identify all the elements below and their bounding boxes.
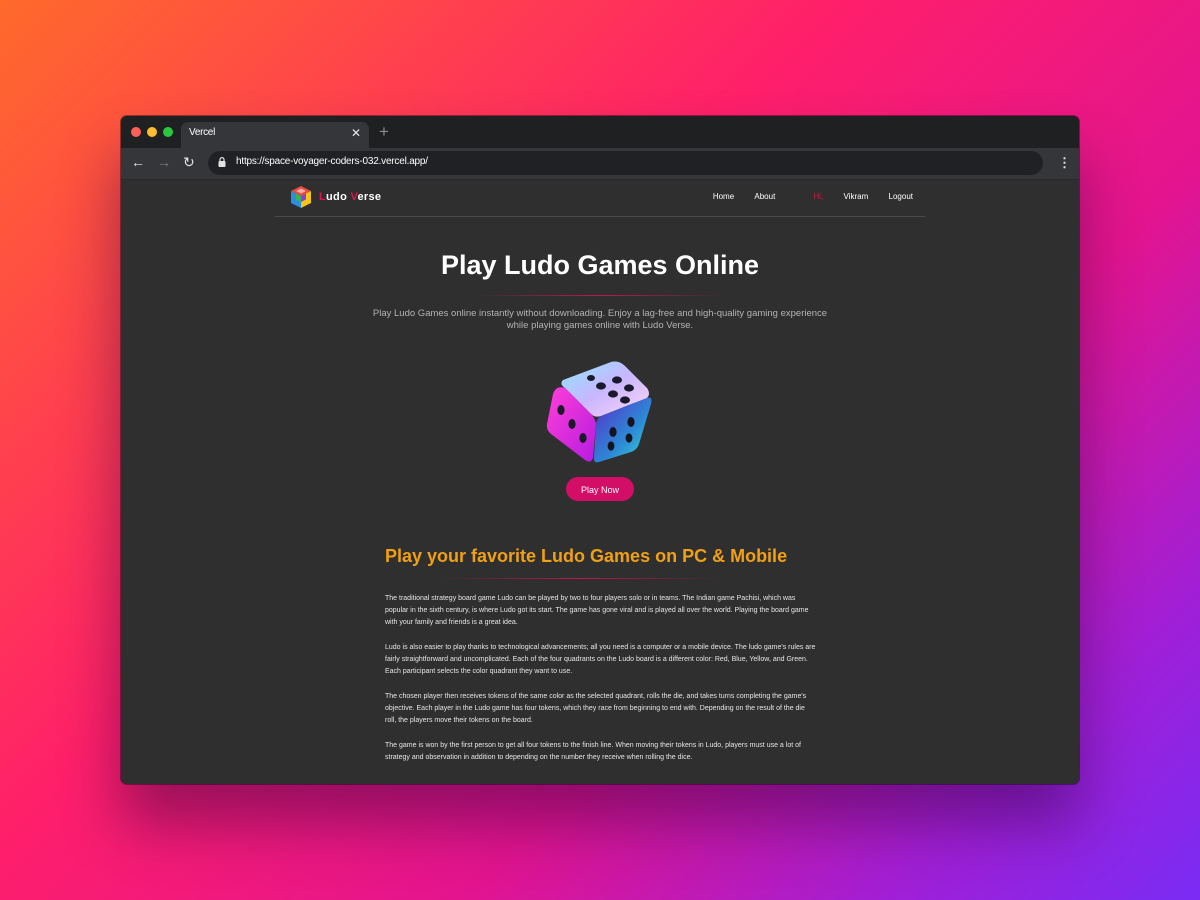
hero-description: Play Ludo Games online instantly without… [372, 308, 828, 331]
page-viewport: Ludo Verse Home About Hi, Vikram Logout … [121, 180, 1079, 784]
close-tab-icon[interactable]: ✕ [351, 126, 361, 140]
nav-logout-link[interactable]: Logout [889, 192, 913, 201]
greeting-text: Hi, [813, 192, 824, 201]
paragraph-4: The game is won by the first person to g… [385, 742, 801, 761]
hero-divider [475, 295, 725, 296]
lock-icon [218, 157, 226, 167]
paragraph-2: Ludo is also easier to play thanks to te… [385, 644, 816, 675]
hero-title: Play Ludo Games Online [440, 250, 760, 280]
url-text: https://space-voyager-coders-032.vercel.… [236, 156, 428, 167]
new-tab-icon[interactable]: + [379, 122, 389, 142]
username: Vikram [843, 192, 869, 201]
paragraph-3: The chosen player then receives tokens o… [385, 693, 807, 724]
close-window-button[interactable] [131, 127, 141, 137]
minimize-window-button[interactable] [147, 127, 157, 137]
dice-icon [546, 361, 652, 463]
maximize-window-button[interactable] [163, 127, 173, 137]
address-bar[interactable]: https://space-voyager-coders-032.vercel.… [208, 151, 1043, 175]
section-title: Play your favorite Ludo Games on PC & Mo… [385, 546, 788, 566]
brand-text-erse: erse [357, 191, 382, 203]
back-icon[interactable]: ← [131, 153, 145, 171]
browser-window: Vercel ✕ + ← → ↻ https://space-voyager-c… [121, 116, 1079, 784]
nav-about-link[interactable]: About [754, 192, 775, 201]
ludo-logo-icon[interactable] [289, 185, 313, 209]
brand-text-udo: udo [326, 191, 351, 203]
forward-icon[interactable]: → [157, 153, 171, 171]
play-now-button[interactable]: Play Now [566, 477, 634, 501]
paragraph-1: The traditional strategy board game Ludo… [385, 595, 809, 626]
site-navbar: Ludo Verse Home About Hi, Vikram Logout [275, 180, 925, 217]
title-bar: Vercel ✕ + [121, 116, 1079, 148]
reload-icon[interactable]: ↻ [183, 153, 195, 171]
nav-user-greeting: Hi, Vikram [796, 192, 869, 201]
tab-title: Vercel [189, 127, 215, 138]
brand-name[interactable]: Ludo Verse [319, 191, 381, 203]
nav-links: Home About Hi, Vikram Logout [695, 192, 913, 201]
browser-tab[interactable]: Vercel ✕ [181, 122, 369, 148]
section-divider [440, 578, 720, 579]
brand-letter-l: L [319, 191, 327, 203]
nav-home-link[interactable]: Home [713, 192, 734, 201]
browser-menu-icon[interactable]: ⋮ [1058, 154, 1071, 172]
browser-toolbar: ← → ↻ https://space-voyager-coders-032.v… [121, 148, 1079, 180]
